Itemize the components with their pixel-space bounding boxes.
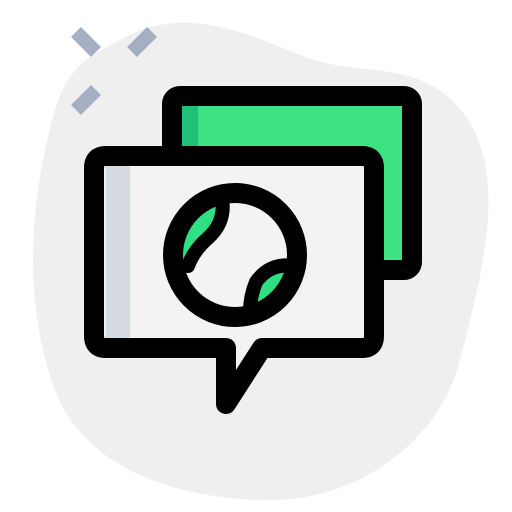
icon-canvas [0, 0, 512, 512]
globe-icon [163, 183, 307, 327]
front-bubble-shade [106, 162, 130, 344]
sparkle-dash-top-left [71, 27, 101, 57]
global-chat-icon [33, 22, 489, 501]
